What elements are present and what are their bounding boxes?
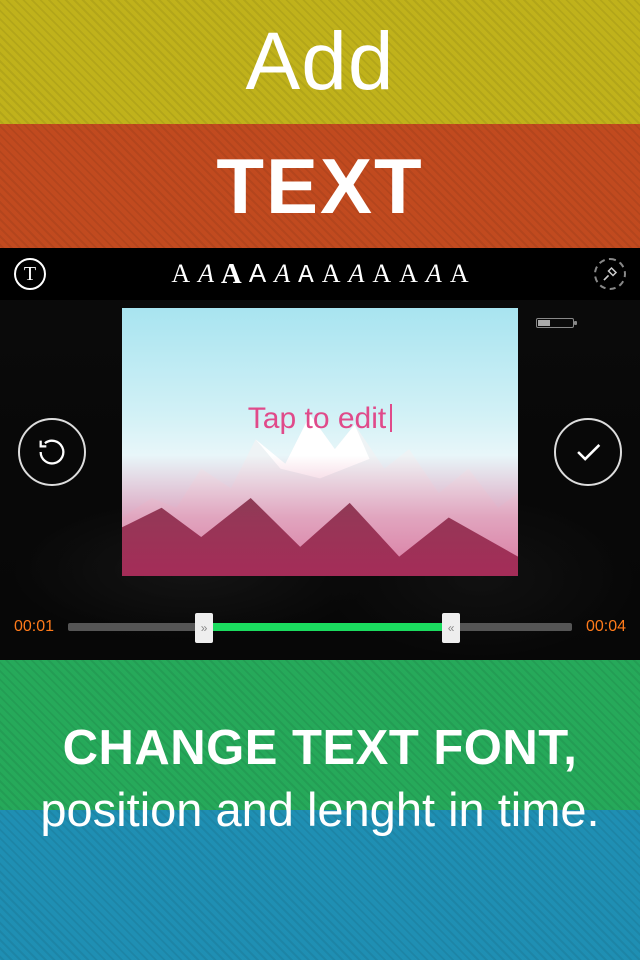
timeline-handle-start[interactable]: » bbox=[195, 613, 213, 643]
font-sample[interactable]: A bbox=[372, 261, 391, 287]
eyedropper-icon[interactable] bbox=[594, 258, 626, 290]
font-sample[interactable]: A bbox=[348, 261, 364, 287]
font-sample[interactable]: A bbox=[298, 262, 314, 288]
text-tool-glyph: T bbox=[24, 263, 36, 286]
font-sample[interactable]: A bbox=[426, 261, 442, 287]
promo-title-line1: Add bbox=[0, 0, 640, 124]
text-tool-icon[interactable]: T bbox=[14, 258, 46, 290]
font-picker[interactable]: AAAAAAAAAAAA bbox=[56, 260, 584, 288]
timeline-selection bbox=[204, 623, 451, 631]
undo-button[interactable] bbox=[18, 418, 86, 486]
promo-title-line2: TEXT bbox=[0, 124, 640, 248]
time-end-label: 00:04 bbox=[572, 618, 626, 636]
video-text-editor: T AAAAAAAAAAAA Tap to edit bbox=[0, 248, 640, 660]
battery-icon bbox=[536, 318, 574, 328]
caption-line2: position and lenght in time. bbox=[0, 782, 640, 837]
font-sample[interactable]: A bbox=[221, 260, 242, 288]
text-placeholder[interactable]: Tap to edit bbox=[122, 402, 518, 436]
font-sample[interactable]: A bbox=[450, 261, 469, 287]
font-sample[interactable]: A bbox=[322, 261, 341, 287]
caption-line1: CHANGE TEXT FONT, bbox=[0, 720, 640, 776]
confirm-button[interactable] bbox=[554, 418, 622, 486]
timeline: 00:01 » « 00:04 bbox=[0, 594, 640, 660]
font-sample[interactable]: A bbox=[399, 261, 418, 287]
font-toolbar: T AAAAAAAAAAAA bbox=[0, 248, 640, 300]
font-sample[interactable]: A bbox=[171, 261, 190, 287]
font-sample[interactable]: A bbox=[198, 261, 214, 287]
timeline-handle-end[interactable]: « bbox=[442, 613, 460, 643]
placeholder-label: Tap to edit bbox=[248, 402, 386, 435]
preview-tint bbox=[122, 308, 518, 576]
timeline-track[interactable]: » « bbox=[68, 623, 572, 631]
preview-canvas[interactable]: Tap to edit bbox=[122, 308, 518, 576]
text-cursor bbox=[390, 404, 392, 432]
time-start-label: 00:01 bbox=[14, 618, 68, 636]
font-sample[interactable]: A bbox=[274, 261, 290, 287]
font-sample[interactable]: A bbox=[249, 260, 266, 286]
